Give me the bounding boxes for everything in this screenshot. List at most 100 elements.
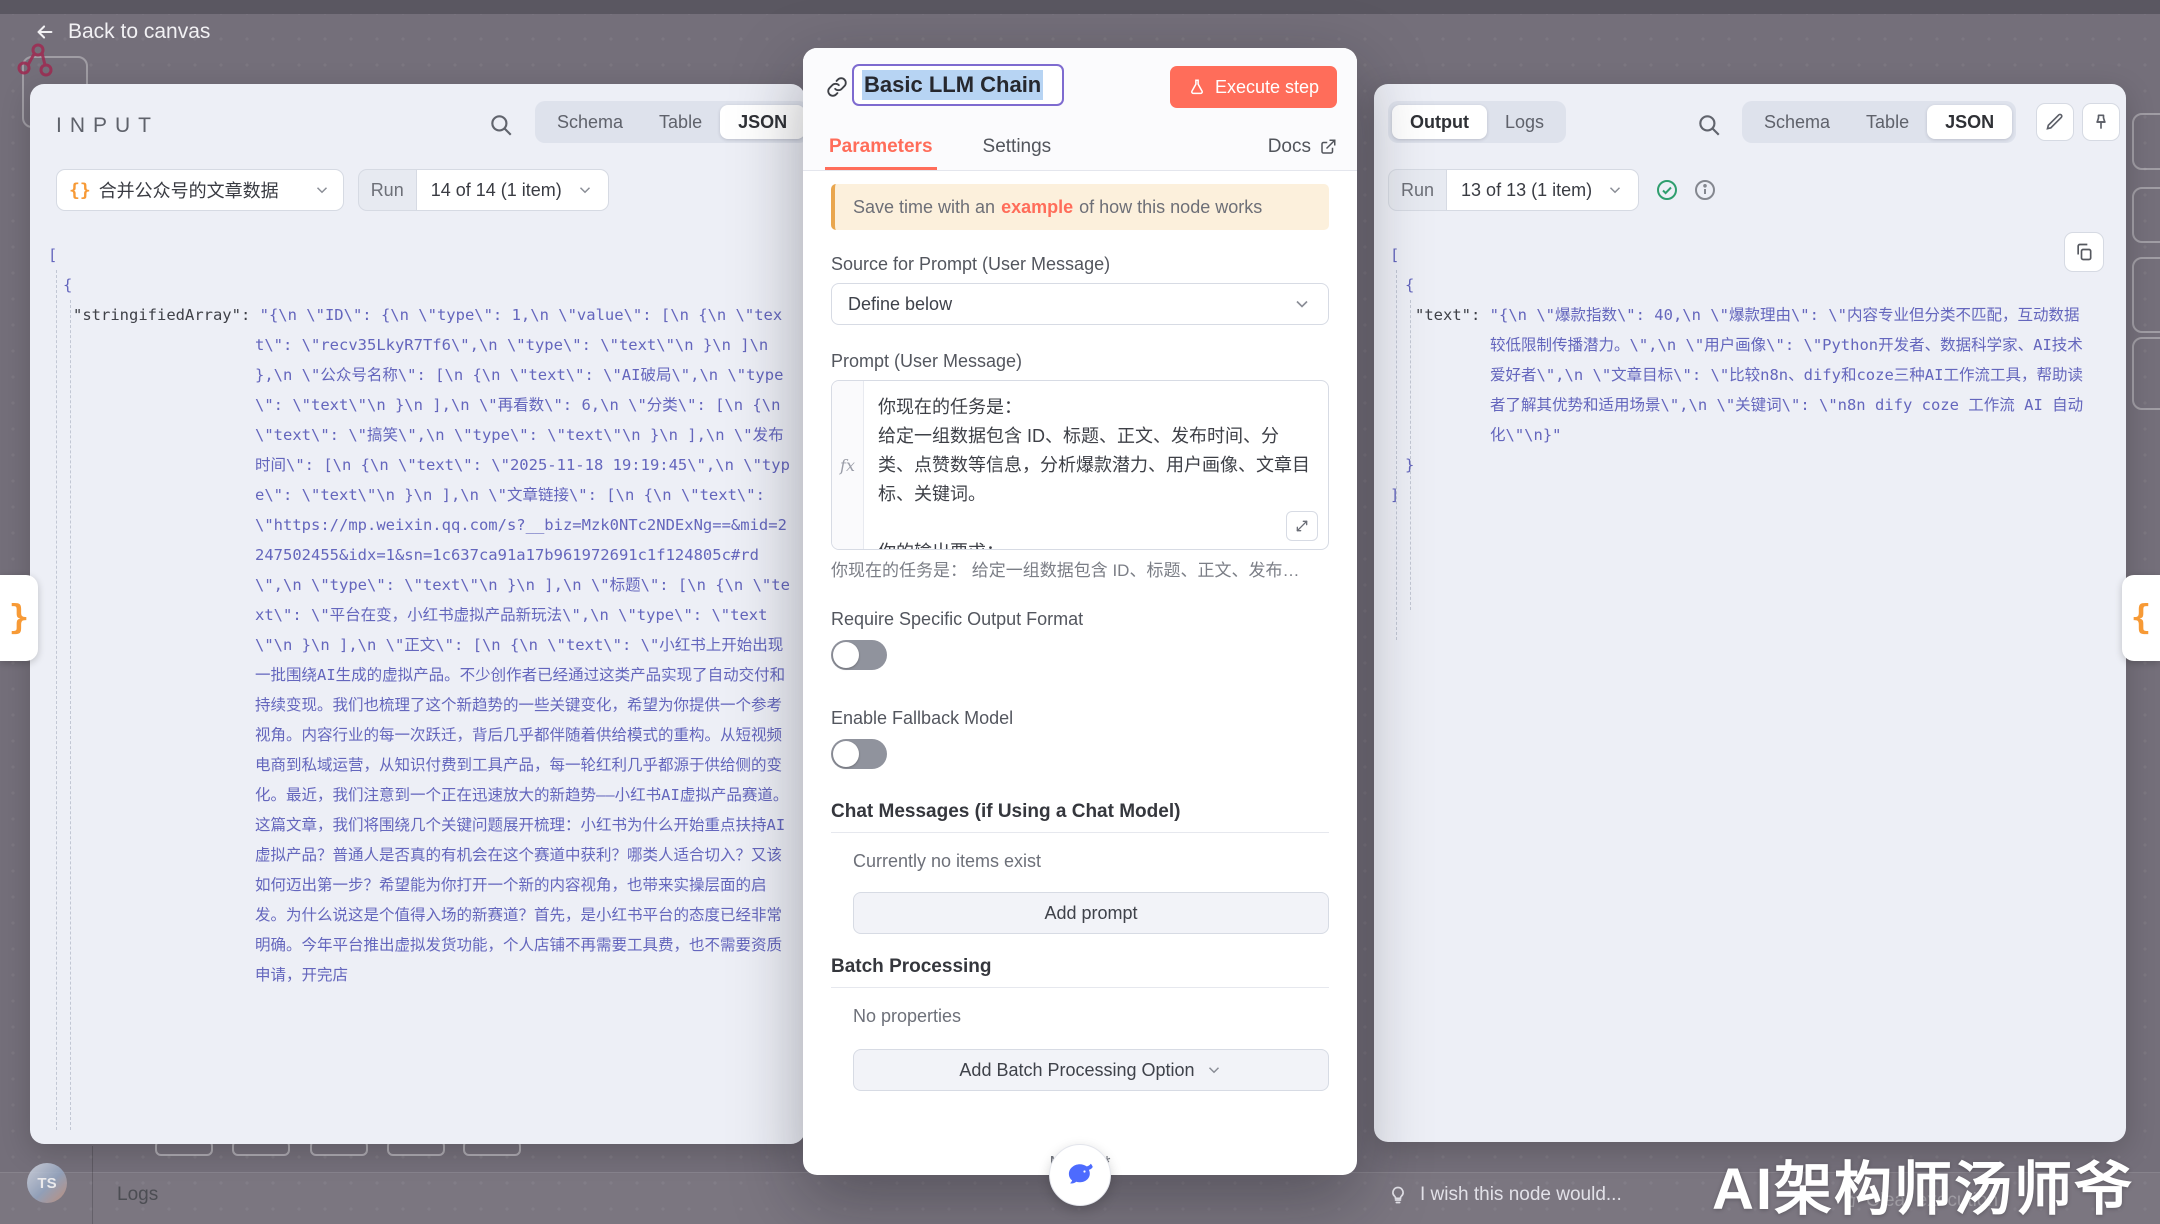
node-detail-modal: Basic LLM Chain Execute step Parameters …: [803, 48, 1357, 1175]
chat-messages-empty-text: Currently no items exist: [853, 851, 1329, 872]
expression-fx-gutter: fx: [832, 381, 864, 549]
input-source-select[interactable]: {} 合并公众号的文章数据: [56, 169, 344, 211]
add-batch-option-button[interactable]: Add Batch Processing Option: [853, 1049, 1329, 1091]
tab-schema[interactable]: Schema: [539, 105, 641, 139]
input-run-selector[interactable]: Run 14 of 14 (1 item): [358, 169, 609, 211]
docs-link[interactable]: Docs: [1268, 136, 1337, 158]
output-format-toggle[interactable]: [831, 640, 887, 670]
source-prompt-select[interactable]: Define below: [831, 283, 1329, 325]
prompt-preview-hint: 你现在的任务是： 给定一组数据包含 ID、标题、正文、发布…: [831, 556, 1329, 581]
search-icon[interactable]: [1696, 112, 1722, 138]
prompt-editor[interactable]: fx 你现在的任务是： 给定一组数据包含 ID、标题、正文、发布时间、分类、点赞…: [831, 380, 1329, 550]
chevron-down-icon: [1606, 181, 1624, 199]
search-icon[interactable]: [488, 112, 514, 138]
execute-step-label: Execute step: [1215, 77, 1319, 98]
info-icon[interactable]: [1693, 178, 1717, 202]
edit-output-button[interactable]: [2036, 103, 2074, 141]
notice-text: of how this node works: [1079, 197, 1262, 218]
tab-logs[interactable]: Logs: [1487, 105, 1562, 139]
json-bracket: {: [63, 270, 791, 300]
deepseek-whale-icon: [1064, 1159, 1096, 1191]
input-json-view[interactable]: [ { "stringifiedArray": "{\n \"ID\": {\n…: [48, 240, 791, 1136]
copy-output-button[interactable]: [2064, 232, 2104, 272]
link-icon: [826, 76, 848, 98]
input-panel-drag-handle[interactable]: }: [0, 575, 38, 661]
prompt-label: Prompt (User Message): [831, 351, 1329, 372]
output-run-selector[interactable]: Run 13 of 13 (1 item): [1388, 169, 1639, 211]
back-arrow-icon: [34, 21, 56, 43]
node-modal-header: Basic LLM Chain Execute step Parameters …: [803, 48, 1357, 171]
tab-table[interactable]: Table: [641, 105, 720, 139]
json-key: "stringifiedArray":: [73, 306, 260, 324]
back-to-canvas-label: Back to canvas: [68, 20, 210, 44]
input-display-mode-tabs: Schema Table JSON: [535, 101, 809, 143]
avatar-initials: TS: [37, 1175, 56, 1192]
input-panel-title: INPUT: [56, 114, 159, 138]
tab-settings[interactable]: Settings: [983, 124, 1052, 170]
avatar[interactable]: TS: [27, 1163, 67, 1203]
output-panel: Output Logs Schema Table JSON Run 13 of …: [1374, 84, 2126, 1142]
execute-step-button[interactable]: Execute step: [1170, 66, 1337, 108]
node-feedback-prompt[interactable]: I wish this node would...: [1388, 1184, 1622, 1206]
canvas-node-ghost: [2132, 257, 2160, 333]
workflow-logo-icon: [16, 38, 62, 82]
run-label: Run: [1388, 169, 1446, 211]
output-json-view[interactable]: [ { "text": "{\n \"爆款指数\": 40,\n \"爆款理由\…: [1390, 240, 2086, 1134]
model-connector-node[interactable]: [1049, 1144, 1111, 1206]
chevron-down-icon: [313, 181, 331, 199]
notice-text: Save time with an: [853, 197, 995, 218]
tab-json[interactable]: JSON: [720, 105, 805, 139]
json-entry: "stringifiedArray": "{\n \"ID\": {\n \"t…: [73, 300, 791, 990]
tab-parameters[interactable]: Parameters: [829, 124, 933, 170]
source-prompt-value: Define below: [848, 294, 952, 315]
lightbulb-icon: [1388, 1184, 1408, 1206]
node-title-input[interactable]: Basic LLM Chain: [852, 64, 1064, 106]
external-link-icon: [1319, 138, 1337, 156]
fallback-model-toggle[interactable]: [831, 739, 887, 769]
expand-editor-icon[interactable]: [1286, 511, 1318, 541]
json-bracket: {: [1405, 270, 2086, 300]
canvas-node-ghost: [2132, 113, 2160, 170]
add-prompt-button[interactable]: Add prompt: [853, 892, 1329, 934]
braces-icon: {}: [69, 180, 91, 201]
notice-example-link[interactable]: example: [1001, 197, 1073, 218]
output-run-value: 13 of 13 (1 item): [1461, 180, 1592, 201]
watermark-text: AI架构师汤师爷: [1712, 1142, 2134, 1224]
add-batch-option-label: Add Batch Processing Option: [959, 1060, 1194, 1081]
toggle-knob: [833, 741, 859, 767]
json-bracket: [: [48, 240, 791, 270]
node-title-text: Basic LLM Chain: [862, 70, 1043, 100]
json-key: "text":: [1415, 306, 1490, 324]
add-prompt-label: Add prompt: [1044, 903, 1137, 924]
output-format-label: Require Specific Output Format: [831, 609, 1329, 630]
tab-output[interactable]: Output: [1392, 105, 1487, 139]
logs-separator: [92, 1146, 93, 1224]
json-bracket: }: [1405, 450, 2086, 480]
tab-schema[interactable]: Schema: [1746, 105, 1848, 139]
chevron-down-icon: [1205, 1061, 1223, 1079]
input-source-label: 合并公众号的文章数据: [99, 177, 279, 203]
pin-data-button[interactable]: [2082, 103, 2120, 141]
source-prompt-label: Source for Prompt (User Message): [831, 254, 1329, 275]
json-value: "{\n \"爆款指数\": 40,\n \"爆款理由\": \"内容专业但分类…: [1490, 306, 2083, 444]
batch-processing-section-header: Batch Processing: [831, 956, 1329, 988]
tab-json[interactable]: JSON: [1927, 105, 2012, 139]
flask-icon: [1188, 78, 1206, 96]
logs-label[interactable]: Logs: [117, 1184, 158, 1206]
tab-table[interactable]: Table: [1848, 105, 1927, 139]
wish-text: I wish this node would...: [1420, 1184, 1622, 1206]
prompt-text[interactable]: 你现在的任务是： 给定一组数据包含 ID、标题、正文、发布时间、分类、点赞数等信…: [864, 381, 1328, 549]
chevron-down-icon: [576, 181, 594, 199]
example-notice[interactable]: Save time with an example of how this no…: [831, 184, 1329, 230]
chat-messages-section-header: Chat Messages (if Using a Chat Model): [831, 801, 1329, 833]
docs-label: Docs: [1268, 136, 1311, 158]
output-panel-drag-handle[interactable]: {: [2122, 575, 2160, 661]
output-view-tabs: Output Logs: [1388, 101, 1566, 143]
run-label: Run: [358, 169, 416, 211]
json-value: "{\n \"ID\": {\n \"type\": 1,\n \"value\…: [255, 306, 790, 984]
input-run-value: 14 of 14 (1 item): [431, 180, 562, 201]
back-to-canvas-button[interactable]: Back to canvas: [34, 20, 210, 44]
output-display-mode-tabs: Schema Table JSON: [1742, 101, 2016, 143]
toggle-knob: [833, 642, 859, 668]
json-entry: "text": "{\n \"爆款指数\": 40,\n \"爆款理由\": \…: [1415, 300, 2086, 450]
